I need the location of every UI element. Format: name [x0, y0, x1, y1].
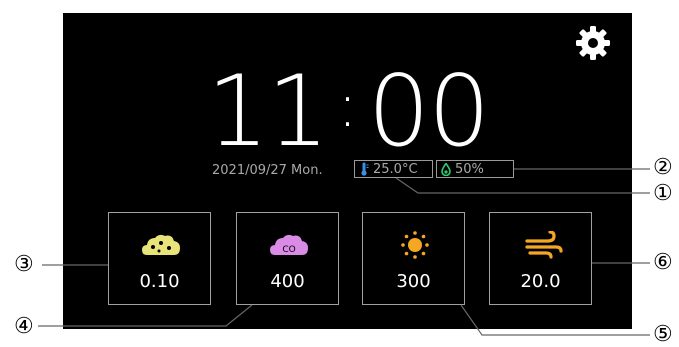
- clock-hours: 11: [206, 55, 330, 169]
- light-value: 300: [396, 271, 431, 292]
- humidity-value: 50%: [455, 161, 484, 177]
- co2-value: 400: [270, 271, 305, 292]
- pm-tile[interactable]: 0.10: [108, 212, 211, 305]
- wind-icon: [525, 231, 563, 259]
- co2-cloud-icon: CO: [270, 234, 308, 255]
- wind-tile[interactable]: 20.0: [489, 212, 592, 305]
- temperature-indicator: 25.0°C: [354, 160, 433, 178]
- light-tile[interactable]: 300: [362, 212, 465, 305]
- humidity-indicator: 50%: [436, 160, 514, 178]
- sun-icon: [401, 231, 429, 259]
- thermometer-icon: [361, 162, 369, 176]
- date-label: 2021/09/27 Mon.: [212, 163, 323, 178]
- callout-4: ④: [14, 314, 34, 339]
- callout-1: ①: [653, 181, 673, 206]
- co2-icon-text: CO: [282, 245, 295, 255]
- temperature-value: 25.0°C: [373, 161, 418, 177]
- callout-5: ⑤: [653, 322, 673, 347]
- clock-display: 11 : 00: [63, 55, 632, 169]
- droplet-icon: [441, 162, 451, 176]
- gear-icon[interactable]: [573, 23, 613, 63]
- co2-tile[interactable]: CO 400: [236, 212, 339, 305]
- pm-value: 0.10: [139, 271, 180, 292]
- callout-6: ⑥: [653, 250, 673, 275]
- callout-2: ②: [653, 155, 673, 180]
- clock-separator: :: [337, 71, 358, 141]
- wind-value: 20.0: [520, 271, 561, 292]
- clock-minutes: 00: [367, 55, 491, 169]
- callout-3: ③: [14, 252, 34, 277]
- dust-cloud-icon: [142, 234, 180, 255]
